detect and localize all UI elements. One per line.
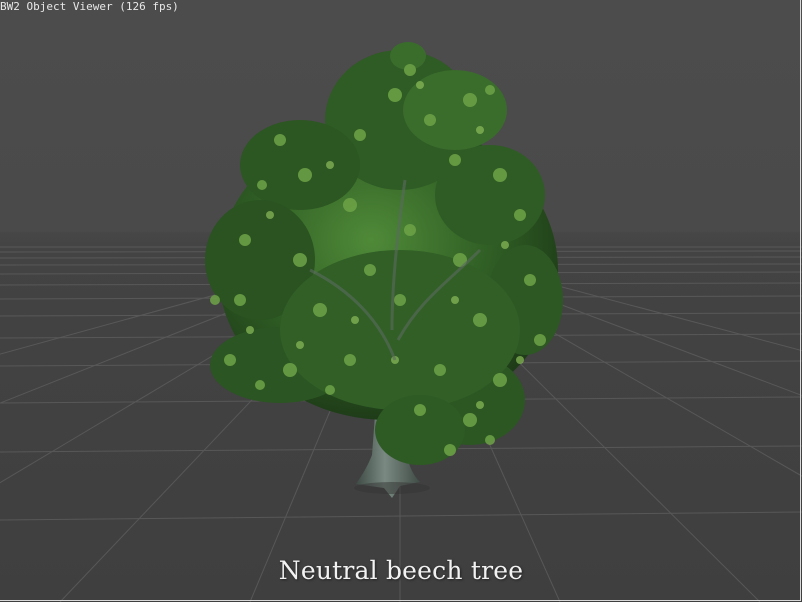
scene-canvas[interactable] — [0, 0, 802, 602]
fps-title-overlay: BW2 Object Viewer (126 fps) — [0, 0, 179, 13]
object-name-caption: Neutral beech tree — [278, 556, 524, 585]
object-viewer-viewport[interactable]: BW2 Object Viewer (126 fps) Neutral beec… — [0, 0, 802, 602]
beech-tree-model[interactable] — [205, 42, 563, 498]
